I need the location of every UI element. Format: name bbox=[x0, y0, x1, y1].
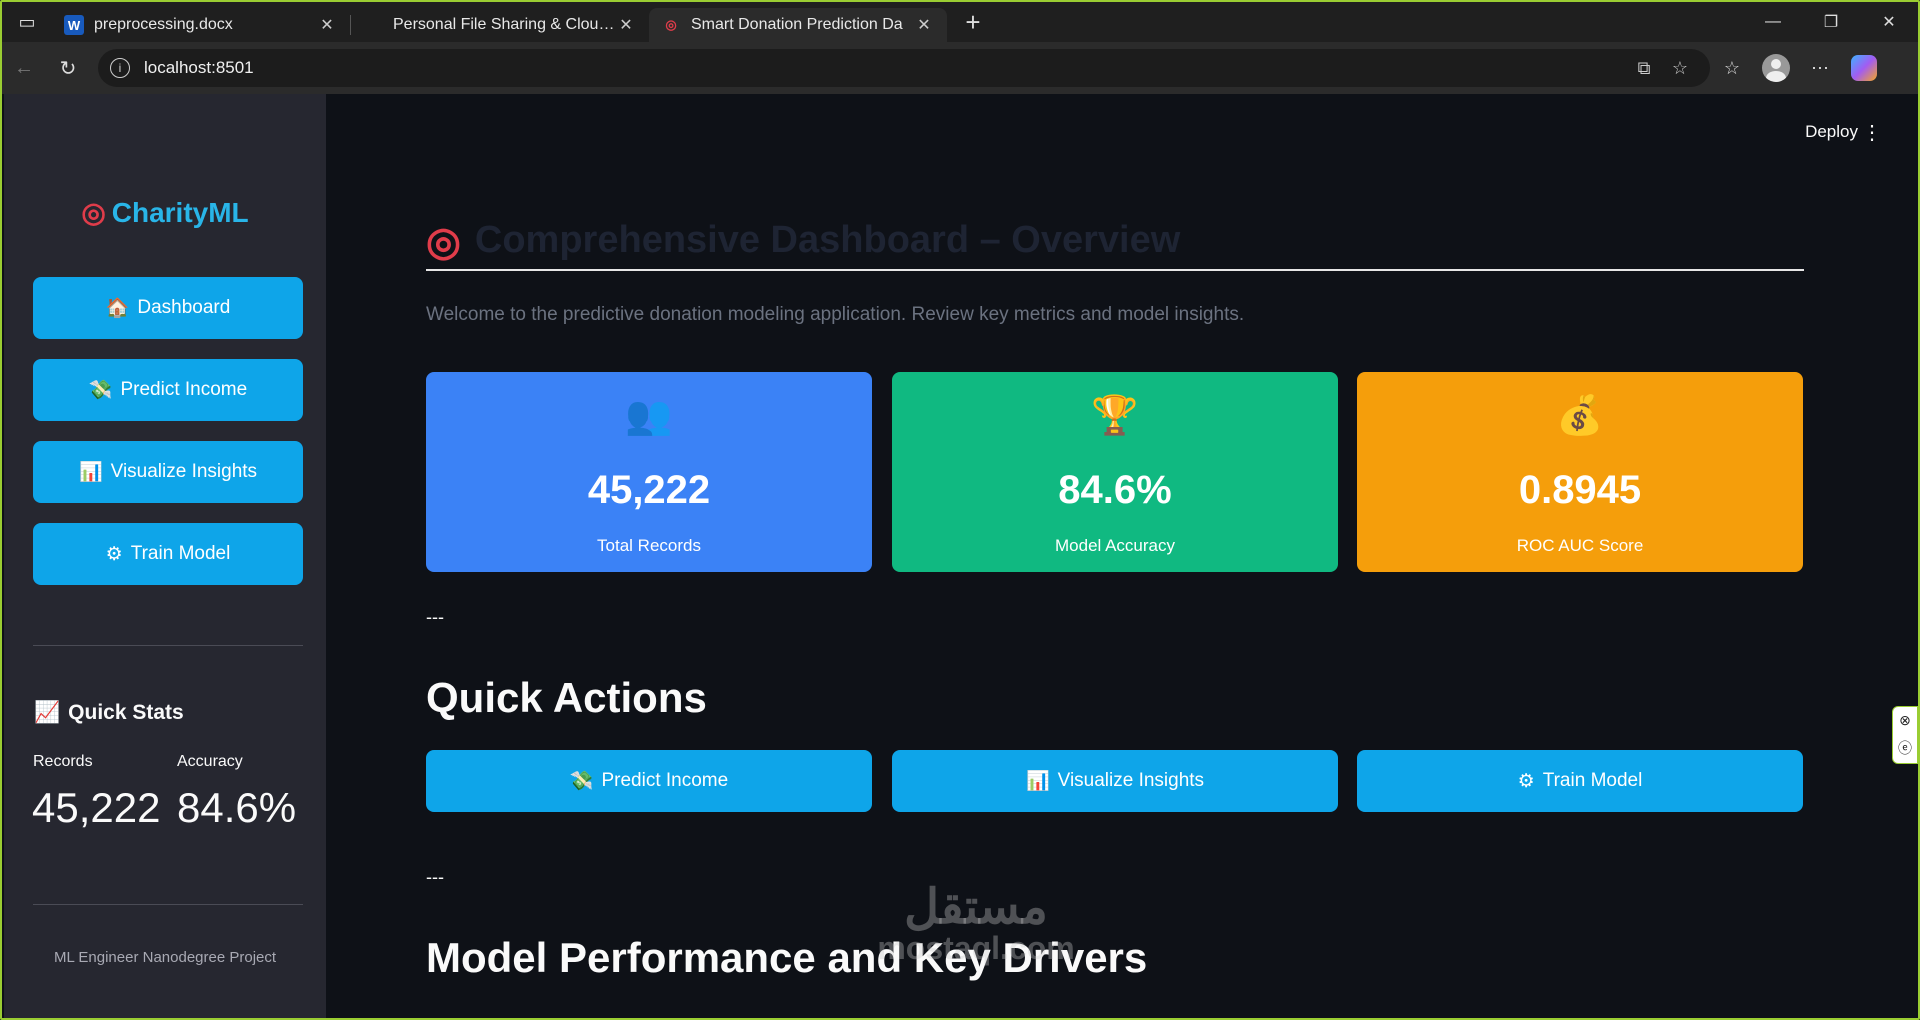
minimize-icon[interactable]: — bbox=[1744, 2, 1802, 42]
accuracy-metric-label: Accuracy bbox=[177, 753, 243, 770]
browser-window: ▭ W preprocessing.docx ✕ Personal File S… bbox=[0, 0, 1920, 1020]
card-value: 45,222 bbox=[587, 468, 711, 512]
profile-button[interactable] bbox=[1754, 46, 1798, 90]
quick-stats-title: 📈 Quick Stats bbox=[34, 701, 184, 725]
total-records-card: 👥 45,222 Total Records bbox=[426, 372, 872, 572]
address-bar[interactable]: i localhost:8501 ⧉ ☆ bbox=[98, 49, 1710, 87]
card-label: Total Records bbox=[597, 536, 701, 555]
money-wings-icon: 💸 bbox=[88, 380, 113, 401]
copilot-icon bbox=[1851, 55, 1877, 81]
main-menu-icon[interactable]: ⋮ bbox=[1862, 120, 1882, 145]
money-wings-icon: 💸 bbox=[569, 771, 594, 792]
button-label: Visualize Insights bbox=[110, 461, 258, 482]
target-icon: ◎ bbox=[81, 197, 106, 228]
page-title-text: Comprehensive Dashboard – Overview bbox=[474, 219, 1181, 261]
quick-actions-heading: Quick Actions bbox=[426, 674, 707, 721]
quick-stats-label: Quick Stats bbox=[68, 701, 184, 724]
tab-actions-icon[interactable]: ▭ bbox=[2, 2, 52, 42]
gear-icon: ⚙ bbox=[1517, 770, 1535, 792]
avatar bbox=[1762, 54, 1790, 82]
window-controls: — ❐ ✕ bbox=[1744, 2, 1918, 42]
close-circle-icon[interactable]: ⊗ bbox=[1899, 712, 1911, 729]
sidebar-visualize-insights-button[interactable]: 📊 Visualize Insights bbox=[33, 441, 303, 503]
card-label: Model Accuracy bbox=[1055, 536, 1175, 555]
trophy-icon: 🏆 bbox=[1091, 395, 1139, 437]
button-label: Predict Income bbox=[120, 379, 248, 400]
refresh-icon[interactable]: ↻ bbox=[46, 46, 90, 90]
people-icon: 👥 bbox=[625, 395, 673, 437]
card-label: ROC AUC Score bbox=[1516, 536, 1644, 555]
brand-title: ◎ CharityML bbox=[4, 196, 326, 229]
markdown-separator: --- bbox=[426, 867, 444, 887]
tab-title: Personal File Sharing & Cloud Sto bbox=[393, 16, 615, 33]
copilot-button[interactable] bbox=[1842, 46, 1886, 90]
gear-icon: ⚙ bbox=[105, 543, 123, 565]
sidebar-divider bbox=[33, 645, 303, 646]
close-icon[interactable]: ✕ bbox=[316, 15, 338, 35]
chart-increasing-icon: 📈 bbox=[34, 701, 61, 724]
close-window-icon[interactable]: ✕ bbox=[1860, 2, 1918, 42]
tab-preprocessing[interactable]: W preprocessing.docx ✕ bbox=[52, 8, 350, 42]
deploy-button[interactable]: Deploy bbox=[1805, 122, 1858, 142]
button-label: Predict Income bbox=[601, 770, 729, 791]
favorite-star-icon[interactable]: ☆ bbox=[1662, 58, 1698, 79]
records-metric-value: 45,222 bbox=[32, 784, 161, 831]
watermark-arabic: مستقل bbox=[904, 881, 1048, 934]
money-bag-icon: 💰 bbox=[1556, 395, 1604, 437]
roc-auc-card: 💰 0.8945 ROC AUC Score bbox=[1357, 372, 1803, 572]
records-metric-label: Records bbox=[33, 753, 93, 770]
restore-icon[interactable]: ❐ bbox=[1802, 2, 1860, 42]
quick-train-model-button[interactable]: ⚙ Train Model bbox=[1357, 750, 1803, 812]
target-icon: ◎ bbox=[665, 17, 677, 32]
model-accuracy-card: 🏆 84.6% Model Accuracy bbox=[892, 372, 1338, 572]
tab-title: Smart Donation Prediction Da bbox=[691, 16, 903, 33]
favorites-icon[interactable]: ☆ bbox=[1710, 46, 1754, 90]
target-icon: ◎ bbox=[426, 220, 461, 264]
close-icon[interactable]: ✕ bbox=[913, 15, 935, 35]
word-icon: W bbox=[64, 15, 84, 35]
bar-chart-icon: 📊 bbox=[78, 462, 103, 483]
close-icon[interactable]: ✕ bbox=[615, 15, 637, 35]
microsoft-icon bbox=[363, 15, 383, 35]
watermark: مستقل mostaql.com bbox=[826, 881, 1126, 966]
tab-strip: ▭ W preprocessing.docx ✕ Personal File S… bbox=[2, 2, 1918, 42]
edge-side-tools: ⊗ ⓔ bbox=[1892, 706, 1918, 764]
sidebar-train-model-button[interactable]: ⚙ Train Model bbox=[33, 523, 303, 585]
sidebar-predict-income-button[interactable]: 💸 Predict Income bbox=[33, 359, 303, 421]
quick-visualize-insights-button[interactable]: 📊 Visualize Insights bbox=[892, 750, 1338, 812]
bar-chart-icon: 📊 bbox=[1025, 771, 1050, 792]
url-text[interactable]: localhost:8501 bbox=[144, 58, 1626, 78]
brand-name: CharityML bbox=[111, 197, 249, 228]
tab-smart-donation[interactable]: ◎ Smart Donation Prediction Da ✕ bbox=[649, 8, 947, 42]
button-label: Train Model bbox=[130, 543, 231, 564]
card-value: 0.8945 bbox=[1518, 468, 1642, 512]
info-icon[interactable]: i bbox=[110, 58, 130, 78]
sidebar-dashboard-button[interactable]: 🏠 Dashboard bbox=[33, 277, 303, 339]
quick-predict-income-button[interactable]: 💸 Predict Income bbox=[426, 750, 872, 812]
button-label: Dashboard bbox=[137, 297, 231, 318]
button-label: Train Model bbox=[1542, 770, 1643, 791]
page-title: ◎ Comprehensive Dashboard – Overview bbox=[426, 219, 1804, 271]
tab-file-sharing[interactable]: Personal File Sharing & Cloud Sto ✕ bbox=[351, 8, 649, 42]
accuracy-metric-value: 84.6% bbox=[177, 784, 297, 831]
edge-icon[interactable]: ⓔ bbox=[1898, 738, 1912, 758]
back-icon[interactable]: ← bbox=[2, 46, 46, 90]
more-icon[interactable]: ⋯ bbox=[1798, 46, 1842, 90]
button-label: Visualize Insights bbox=[1057, 770, 1205, 791]
address-row: ← ↻ i localhost:8501 ⧉ ☆ ☆ ⋯ bbox=[2, 42, 1918, 94]
markdown-separator: --- bbox=[426, 607, 444, 627]
copilot-page-icon[interactable]: ⧉ bbox=[1626, 58, 1662, 79]
main-content: Deploy ⋮ ◎ Comprehensive Dashboard – Over… bbox=[326, 94, 1918, 1018]
sidebar-divider bbox=[33, 904, 303, 905]
watermark-latin: mostaql.com bbox=[877, 930, 1075, 966]
sidebar: ◎ CharityML 🏠 Dashboard 💸 Predict Income 📊 V… bbox=[4, 94, 326, 1018]
house-icon: 🏠 bbox=[105, 298, 130, 319]
card-value: 84.6% bbox=[1058, 468, 1172, 512]
tab-title: preprocessing.docx bbox=[94, 16, 233, 33]
new-tab-icon[interactable]: + bbox=[953, 2, 993, 42]
sidebar-footer: ML Engineer Nanodegree Project bbox=[53, 949, 277, 966]
welcome-text: Welcome to the predictive donation model… bbox=[426, 304, 1245, 325]
